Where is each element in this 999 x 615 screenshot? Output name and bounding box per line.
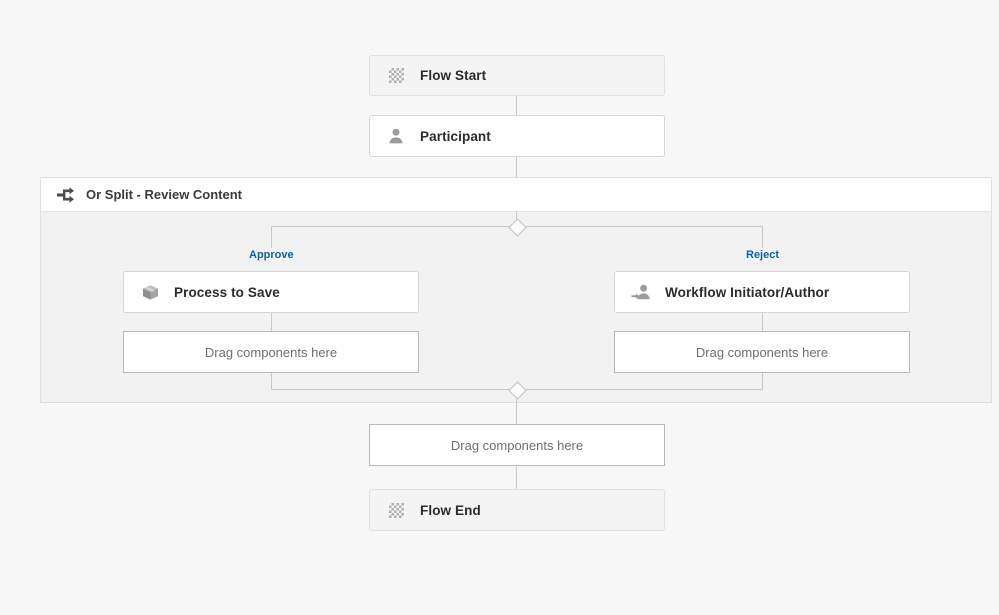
node-workflow-initiator-label: Workflow Initiator/Author [665,285,829,300]
connector-right-task-to-dropzone [762,313,763,331]
node-flow-start-label: Flow Start [420,68,486,83]
branch-label-reject[interactable]: Reject [746,249,779,261]
dropzone-after-split-label: Drag components here [451,438,583,453]
connector-right-dropzone-to-merge [762,373,763,390]
connector-left-task-to-dropzone [271,313,272,331]
dropzone-approve-branch[interactable]: Drag components here [123,331,419,373]
connector-left-dropzone-to-merge [271,373,272,390]
node-flow-end[interactable]: Flow End [369,489,665,531]
branch-label-approve[interactable]: Approve [249,249,294,261]
node-workflow-initiator[interactable]: Workflow Initiator/Author [614,271,910,313]
node-participant-label: Participant [420,129,491,144]
package-box-icon [139,281,161,303]
node-flow-start[interactable]: Flow Start [369,55,665,96]
node-process-to-save[interactable]: Process to Save [123,271,419,313]
checkered-flag-icon [385,499,407,521]
connector-start-to-participant [516,96,517,116]
or-split-title: Or Split - Review Content [86,187,242,202]
workflow-canvas[interactable]: Or Split - Review Content Approve Reject… [0,0,999,615]
connector-fanout-right-drop [762,226,763,248]
node-process-to-save-label: Process to Save [174,285,280,300]
or-split-fork-icon [56,185,76,205]
connector-participant-to-split [516,157,517,178]
dropzone-reject-branch-label: Drag components here [696,345,828,360]
connector-fanout-left-drop [271,226,272,248]
or-split-header[interactable]: Or Split - Review Content [41,178,991,212]
dropzone-approve-branch-label: Drag components here [205,345,337,360]
dropzone-after-split[interactable]: Drag components here [369,424,665,466]
person-icon [385,125,407,147]
node-participant[interactable]: Participant [369,115,665,157]
person-assign-icon [630,281,652,303]
connector-dropzone-to-flow-end [516,466,517,490]
dropzone-reject-branch[interactable]: Drag components here [614,331,910,373]
node-flow-end-label: Flow End [420,503,481,518]
checkered-flag-icon [385,65,407,87]
